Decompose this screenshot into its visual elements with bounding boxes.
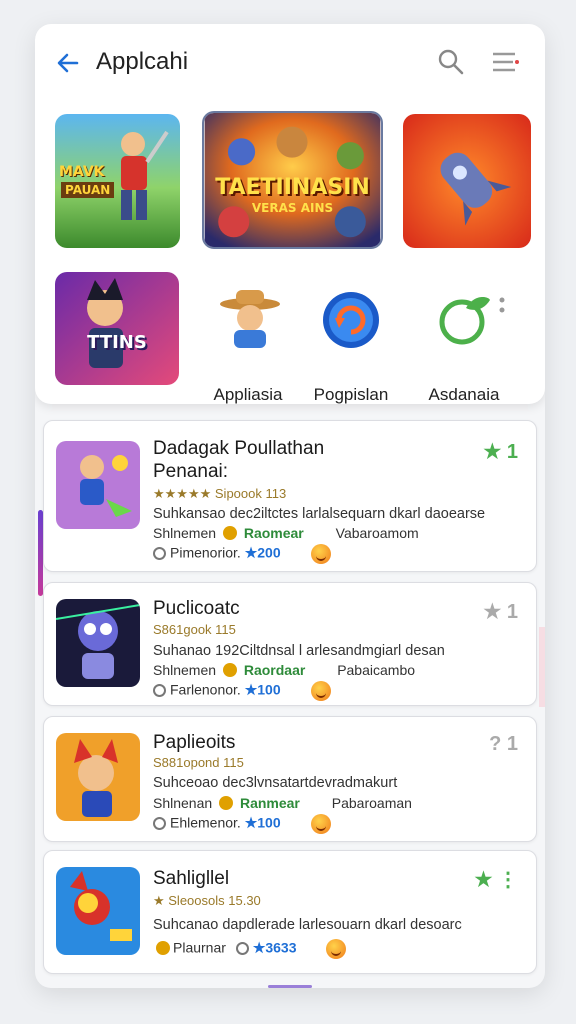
tile-caption: PAUAN <box>61 182 115 198</box>
menu-icon[interactable] <box>489 46 521 78</box>
app-subtitle: Penanai: <box>153 461 229 482</box>
price-text: ★200 <box>244 544 281 561</box>
quick-app-appliasia[interactable]: Appliasia <box>193 288 303 405</box>
list-item[interactable]: Puclicoatc S861gook 115 Suhanao 192Ciltd… <box>43 582 537 706</box>
app-meta: ★★★★★ Sipoook 113 <box>153 486 287 501</box>
app-meta: ★ Sleoosols 15.30 <box>153 893 261 908</box>
row-left-text: Plaurnar <box>173 939 226 956</box>
app-row-price: Pimenorior. ★200 <box>153 544 331 564</box>
rating-number: 1 <box>506 601 518 623</box>
app-row-info: Shlnenan Ranmear Pabaroaman <box>153 795 412 811</box>
app-row-info: Shlnemen Raordaar Pabaicambo <box>153 662 415 678</box>
smiley-icon <box>310 814 331 834</box>
app-description: Suhanao 192Ciltdnsal l arlesandmgiarl de… <box>153 643 445 659</box>
featured-panel: Applcahi MAVK PAUAN TAETIINASIN VERAS AI… <box>35 24 545 404</box>
row-left-text: Shlnemen <box>153 662 217 678</box>
adventure-game-art-icon <box>55 114 180 248</box>
app-screen: Applcahi MAVK PAUAN TAETIINASIN VERAS AI… <box>35 24 545 988</box>
badge-icon <box>219 796 234 810</box>
badge-icon <box>222 663 237 677</box>
app-meta: S861gook 115 <box>153 622 236 637</box>
row-left-text: Pimenorior. <box>170 544 241 561</box>
rating-number: ⋮ <box>498 869 518 891</box>
quick-app-asdanaia[interactable]: Asdanaia <box>409 288 519 405</box>
app-title: Paplieoits <box>153 732 236 753</box>
featured-tile-adventure[interactable]: MAVK PAUAN <box>55 114 180 248</box>
rating-value[interactable]: ★ ⋮ <box>475 867 519 892</box>
clock-icon <box>153 816 166 830</box>
clock-icon <box>235 941 249 955</box>
app-row-info: Shlnemen Raomear Vabaroamom <box>153 525 419 541</box>
rating-value[interactable]: ★ 1 <box>483 599 518 624</box>
robot-character-icon <box>56 599 140 687</box>
app-description: Suhcanao dapdlerade larlesouarn dkarl de… <box>153 917 462 933</box>
page-title: Applcahi <box>96 48 189 75</box>
right-accent-bar <box>539 627 545 707</box>
app-thumbnail <box>56 867 140 955</box>
row-left-text: Shlnemen <box>153 525 217 541</box>
list-item[interactable]: Sahligllel ★ Sleoosols 15.30 Suhcanao da… <box>43 850 537 974</box>
row-left-text: Shlnenan <box>153 795 213 811</box>
app-title: Sahligllel <box>153 868 230 889</box>
row-left-text: Farlenonor. <box>170 681 241 698</box>
row-right-text: Pabaroaman <box>331 795 412 811</box>
back-arrow-icon[interactable] <box>53 48 83 78</box>
app-description: Suhceoao dec3lvnsatartdevradmakurt <box>153 775 398 791</box>
list-item[interactable]: Paplieoits S881opond 115 Suhceoao dec3lv… <box>43 716 537 842</box>
price-text: ★100 <box>244 814 281 831</box>
clock-icon <box>153 546 166 560</box>
rating-number: 1 <box>506 733 518 755</box>
smiley-icon <box>310 544 331 564</box>
refresh-orb-icon <box>323 292 379 348</box>
app-row-price: Ehlemenor. ★100 <box>153 814 331 834</box>
app-row-price: Farlenonor. ★100 <box>153 681 331 701</box>
price-text: ★100 <box>244 681 281 698</box>
top-bar: Applcahi <box>35 24 545 100</box>
clock-icon <box>153 683 166 697</box>
featured-tile-titans[interactable]: TTINS <box>55 272 179 385</box>
quick-app-pogpislan[interactable]: Pogpislan <box>296 288 406 405</box>
row-green-text: Raordaar <box>243 662 306 678</box>
tile-subcaption: VERAS AINS <box>251 201 334 215</box>
row-right-text: Pabaicambo <box>337 662 416 678</box>
quick-app-label: Appliasia <box>213 385 283 404</box>
app-title: Puclicoatc <box>153 598 240 619</box>
quick-app-label: Asdanaia <box>428 385 500 404</box>
rating-value[interactable]: ? 1 <box>489 733 518 756</box>
price-text: ★3633 <box>252 939 297 956</box>
fox-character-icon <box>56 733 140 821</box>
rating-value[interactable]: ★ 1 <box>483 439 518 464</box>
app-title: Dadagak Poullathan <box>153 438 325 459</box>
tile-caption-top: MAVK <box>59 164 105 180</box>
rocket-game-art-icon <box>403 114 531 248</box>
app-meta: S881opond 115 <box>153 755 244 770</box>
leaf-circle-icon <box>439 297 505 345</box>
titans-game-art-icon <box>55 272 179 385</box>
row-green-text: Raomear <box>243 525 304 541</box>
app-thumbnail <box>56 441 140 529</box>
dragon-character-icon <box>56 867 140 955</box>
featured-tile-rocket[interactable] <box>403 114 531 248</box>
row-green-text: Ranmear <box>239 795 300 811</box>
list-item[interactable]: Dadagak Poullathan Penanai: ★★★★★ Sipooo… <box>43 420 537 572</box>
smiley-icon <box>310 681 331 701</box>
tile-caption: TAETIINASIN <box>215 175 370 200</box>
hero-character-icon <box>56 441 140 529</box>
featured-tile-battle[interactable]: TAETIINASIN VERAS AINS <box>202 111 383 249</box>
search-icon[interactable] <box>435 46 467 78</box>
badge-icon <box>222 526 237 540</box>
smiley-icon <box>326 939 347 959</box>
badge-icon <box>156 940 170 955</box>
app-thumbnail <box>56 733 140 821</box>
home-indicator[interactable] <box>268 985 312 988</box>
app-thumbnail <box>56 599 140 687</box>
app-description: Suhkansao dec2iltctes larlalsequarn dkar… <box>153 506 486 522</box>
rating-number: 1 <box>506 441 518 463</box>
app-row-price: Plaurnar ★3633 <box>153 939 347 959</box>
quick-app-label: Pogpislan <box>313 385 389 404</box>
row-left-text: Ehlemenor. <box>170 814 241 831</box>
cowboy-character-icon <box>220 290 280 348</box>
tile-caption: TTINS <box>87 332 147 353</box>
row-right-text: Vabaroamom <box>335 525 419 541</box>
